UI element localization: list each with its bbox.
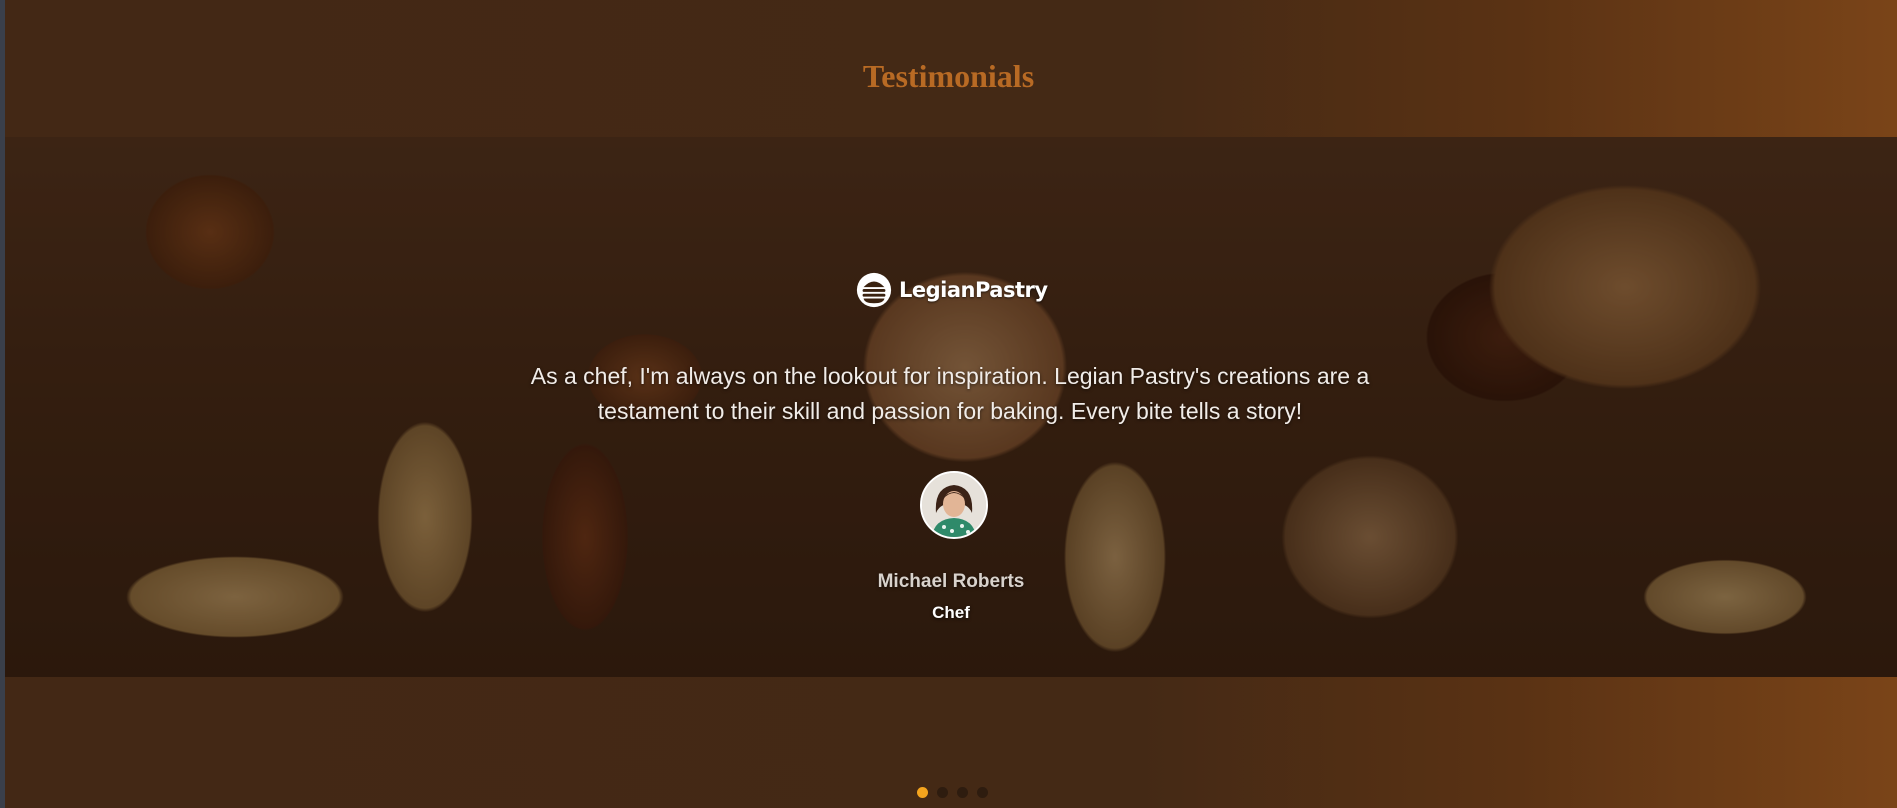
pagination-dot-4[interactable] <box>977 787 988 798</box>
author-role: Chef <box>932 603 970 622</box>
avatar-portrait-icon <box>922 473 986 537</box>
pagination-dot-1[interactable] <box>917 787 928 798</box>
brand-logo-text: LegianPastry <box>899 278 1048 302</box>
pagination-dot-3[interactable] <box>957 787 968 798</box>
section-title: Testimonials <box>862 58 1035 94</box>
brand-logo: LegianPastry <box>855 268 1048 312</box>
pagination-dot-2[interactable] <box>937 787 948 798</box>
testimonial-quote: As a chef, I'm always on the lookout for… <box>530 363 1370 424</box>
burger-logo-icon <box>856 272 892 308</box>
testimonial-slide: LegianPastry As a chef, I'm always on th… <box>5 137 1897 677</box>
slider-pagination <box>917 787 988 798</box>
author-avatar <box>920 471 988 539</box>
testimonial-slider[interactable]: LegianPastry As a chef, I'm always on th… <box>5 137 1897 677</box>
author-name: Michael Roberts <box>877 571 1025 592</box>
